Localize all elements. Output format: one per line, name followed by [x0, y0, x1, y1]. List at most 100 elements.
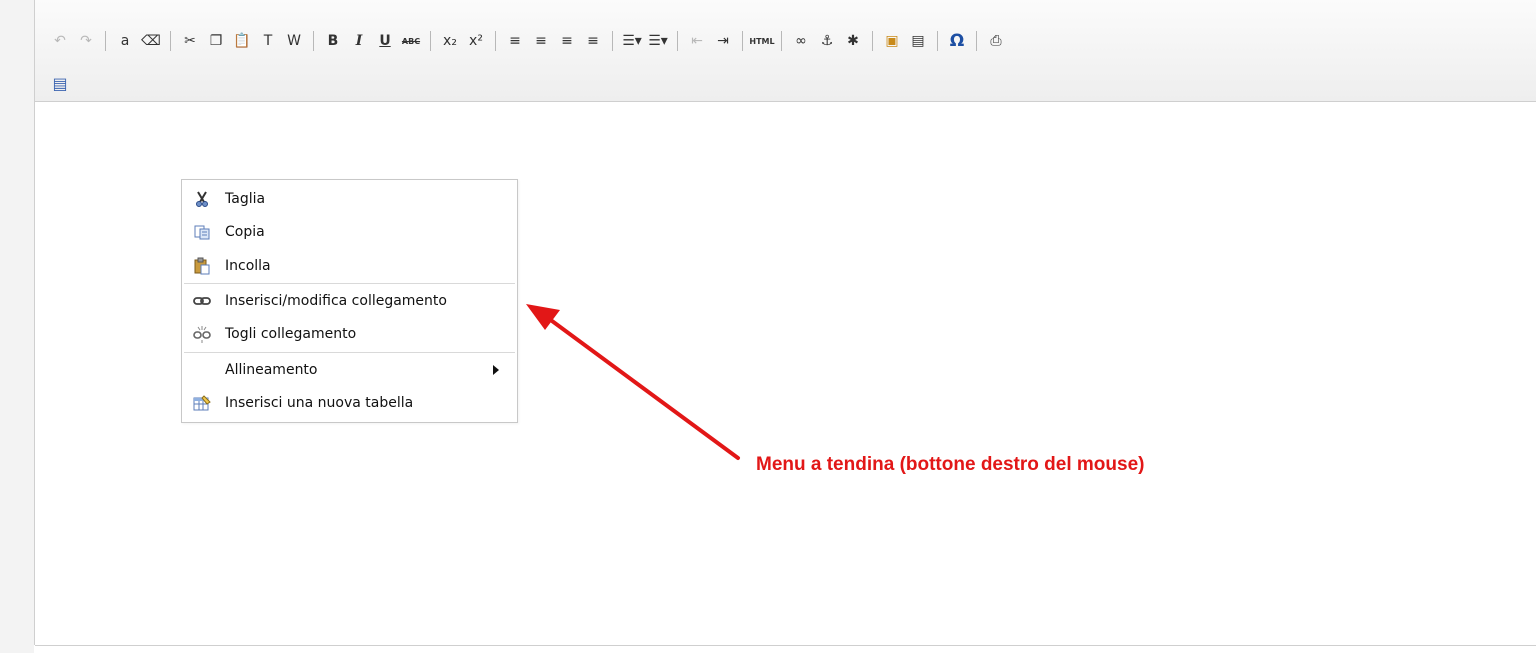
toolbar-separator — [430, 31, 431, 51]
menu-item-label: Incolla — [225, 258, 271, 274]
undo-button[interactable]: ↶ — [49, 30, 71, 52]
toolbar-separator — [495, 31, 496, 51]
toolbar-separator — [313, 31, 314, 51]
copy-icon — [192, 222, 212, 242]
image-button[interactable]: ▣ — [881, 30, 903, 52]
paste-text-button[interactable]: T — [257, 30, 279, 52]
flash-button[interactable]: ▤ — [907, 30, 929, 52]
menu-item-inserisci-collegamento[interactable]: Inserisci/modifica collegamento — [182, 286, 517, 316]
align-left-icon: ≡ — [509, 33, 521, 49]
print-button[interactable]: ⎙ — [985, 30, 1007, 52]
align-center-icon: ≡ — [535, 33, 547, 49]
toolbar-separator — [677, 31, 678, 51]
remove-format-button[interactable]: ⌫ — [140, 30, 162, 52]
anchor-button[interactable]: ⚓ — [816, 30, 838, 52]
numbered-list-icon: ☰▾ — [622, 33, 642, 49]
toolbar-separator — [170, 31, 171, 51]
unlink-icon — [192, 324, 212, 344]
outdent-button[interactable]: ⇤ — [686, 30, 708, 52]
underline-icon: U — [379, 33, 391, 49]
toolbar-separator — [781, 31, 782, 51]
editor-toolbar: ↶ ↷ a ⌫ ✂ ❐ 📋 T W B I U ABC x₂ x² ≡ ≡ ≡ ≡ ☰▾ ☰▾ ⇤ ⇥ HTML ∞ ⚓ ✱ ▣ ▤ Ω ⎙… — [35, 0, 1536, 102]
unlink-icon: ✱ — [847, 33, 859, 49]
align-justify-button[interactable]: ≡ — [582, 30, 604, 52]
strikethrough-icon: ABC — [401, 36, 421, 46]
paste-button[interactable]: 📋 — [231, 30, 253, 52]
redo-icon: ↷ — [80, 33, 92, 49]
align-left-button[interactable]: ≡ — [504, 30, 526, 52]
unlink-button[interactable]: ✱ — [842, 30, 864, 52]
toolbar-separator — [937, 31, 938, 51]
scissors-icon — [192, 189, 212, 209]
submenu-arrow-icon — [493, 365, 499, 375]
show-blocks-icon: ▤ — [52, 73, 68, 93]
paste-word-icon: W — [287, 33, 301, 49]
bulleted-list-button[interactable]: ☰▾ — [647, 30, 669, 52]
copy-button[interactable]: ❐ — [205, 30, 227, 52]
toolbar-row-2: ▤ — [47, 70, 73, 96]
italic-button[interactable]: I — [348, 30, 370, 52]
paste-icon: 📋 — [233, 33, 251, 49]
paste-word-button[interactable]: W — [283, 30, 305, 52]
copy-icon: ❐ — [209, 33, 223, 49]
menu-separator — [184, 352, 515, 353]
undo-icon: ↶ — [54, 33, 66, 49]
menu-item-copia[interactable]: Copia — [182, 217, 517, 247]
toolbar-separator — [976, 31, 977, 51]
editor-bottom-border — [35, 645, 1536, 646]
toolbar-row-1: ↶ ↷ a ⌫ ✂ ❐ 📋 T W B I U ABC x₂ x² ≡ ≡ ≡ ≡ ☰▾ ☰▾ ⇤ ⇥ HTML ∞ ⚓ ✱ ▣ ▤ Ω ⎙ — [47, 28, 1009, 54]
special-char-icon: Ω — [949, 31, 965, 51]
bulleted-list-icon: ☰▾ — [648, 33, 668, 49]
menu-item-label: Inserisci/modifica collegamento — [225, 293, 447, 309]
toolbar-separator — [872, 31, 873, 51]
context-menu: Taglia Copia Incolla Inserisci/modifica … — [181, 179, 518, 423]
menu-item-label: Taglia — [225, 191, 266, 207]
align-right-button[interactable]: ≡ — [556, 30, 578, 52]
align-right-icon: ≡ — [561, 33, 573, 49]
align-center-button[interactable]: ≡ — [530, 30, 552, 52]
superscript-button[interactable]: x² — [465, 30, 487, 52]
menu-item-label: Inserisci una nuova tabella — [225, 395, 414, 411]
toolbar-separator — [105, 31, 106, 51]
superscript-icon: x² — [469, 33, 483, 49]
indent-icon: ⇥ — [717, 33, 729, 49]
menu-item-inserisci-tabella[interactable]: Inserisci una nuova tabella — [182, 388, 517, 418]
annotation-label: Menu a tendina (bottone destro del mouse… — [756, 454, 1145, 475]
toolbar-separator — [742, 31, 743, 51]
subscript-button[interactable]: x₂ — [439, 30, 461, 52]
redo-button[interactable]: ↷ — [75, 30, 97, 52]
subscript-icon: x₂ — [443, 33, 457, 49]
html-source-icon: HTML — [749, 36, 775, 46]
special-char-button[interactable]: Ω — [946, 30, 968, 52]
link-icon — [192, 291, 212, 311]
anchor-icon: ⚓ — [820, 33, 834, 49]
menu-item-allineamento[interactable]: Allineamento — [182, 355, 517, 385]
cut-button[interactable]: ✂ — [179, 30, 201, 52]
link-icon: ∞ — [795, 33, 807, 49]
select-all-button[interactable]: a — [114, 30, 136, 52]
underline-button[interactable]: U — [374, 30, 396, 52]
strikethrough-button[interactable]: ABC — [400, 30, 422, 52]
left-gutter — [0, 0, 34, 653]
bold-icon: B — [327, 33, 339, 49]
table-icon — [192, 393, 212, 413]
menu-item-togli-collegamento[interactable]: Togli collegamento — [182, 319, 517, 349]
image-icon: ▣ — [885, 33, 899, 49]
remove-format-icon: ⌫ — [141, 33, 161, 49]
menu-separator — [184, 283, 515, 284]
outdent-icon: ⇤ — [691, 33, 703, 49]
select-all-icon: a — [120, 33, 130, 49]
link-button[interactable]: ∞ — [790, 30, 812, 52]
bold-button[interactable]: B — [322, 30, 344, 52]
html-source-button[interactable]: HTML — [749, 30, 775, 52]
menu-item-taglia[interactable]: Taglia — [182, 184, 517, 214]
toolbar-separator — [612, 31, 613, 51]
menu-item-incolla[interactable]: Incolla — [182, 251, 517, 281]
indent-button[interactable]: ⇥ — [712, 30, 734, 52]
menu-item-label: Copia — [225, 224, 265, 240]
menu-item-label: Togli collegamento — [225, 326, 357, 342]
numbered-list-button[interactable]: ☰▾ — [621, 30, 643, 52]
cut-icon: ✂ — [184, 33, 196, 49]
menu-item-label: Allineamento — [225, 362, 318, 378]
show-blocks-button[interactable]: ▤ — [49, 72, 71, 94]
